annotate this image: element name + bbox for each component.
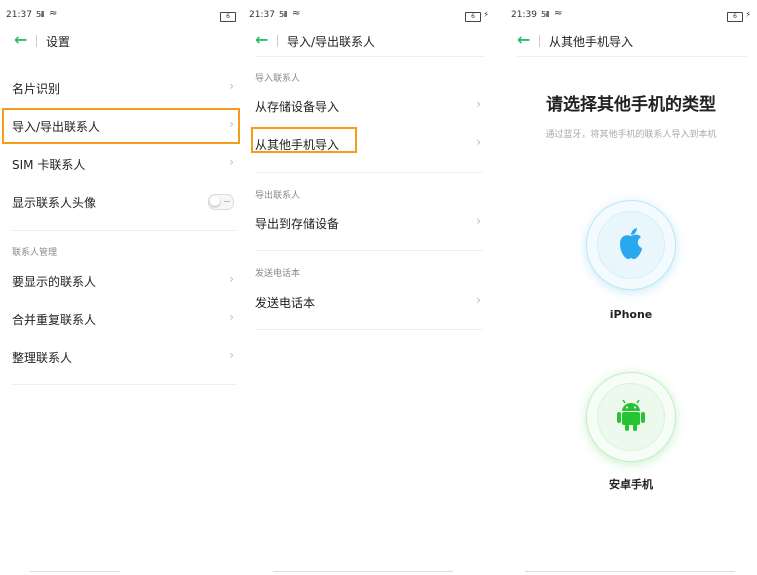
import-export-screen: 21:37 5ill ≈ 6 ⚡ ← 导入/导出联系人 导入联系人 从存储设备导…: [243, 0, 495, 575]
status-bar: 21:37 5ill ≈ 6 ⚡: [247, 8, 491, 24]
chevron-right-icon: ›: [229, 155, 234, 169]
nav-bar: ← 设置: [0, 30, 242, 52]
menu-item-label: 从其他手机导入: [255, 138, 340, 152]
menu-item-label: 整理联系人: [12, 351, 73, 365]
android-option-button[interactable]: [586, 372, 676, 462]
heading: 请选择其他手机的类型: [546, 95, 716, 115]
page-title: 设置: [46, 35, 71, 49]
battery-icon: 6: [465, 12, 481, 22]
menu-item-export-storage[interactable]: 导出到存储设备 ›: [255, 207, 483, 237]
menu-item-visible-contacts[interactable]: 要显示的联系人 ›: [12, 265, 236, 295]
menu-item-import-export[interactable]: 导入/导出联系人 ›: [12, 110, 236, 140]
menu-item-import-other-phone[interactable]: 从其他手机导入 ›: [255, 128, 483, 158]
menu-item-label: 从存储设备导入: [255, 100, 340, 114]
apple-icon: [620, 228, 642, 259]
menu-item-import-storage[interactable]: 从存储设备导入 ›: [255, 90, 483, 120]
battery-icon: 6: [727, 12, 743, 22]
divider: [12, 384, 236, 385]
status-time: 21:37: [6, 10, 32, 20]
chevron-right-icon: ›: [476, 293, 481, 307]
section-header-send: 发送电话本: [255, 269, 301, 279]
menu-item-label: 要显示的联系人: [12, 275, 97, 289]
menu-item-label: 发送电话本: [255, 296, 316, 310]
chevron-right-icon: ›: [229, 79, 234, 93]
signal-icon: 5ill: [279, 10, 288, 19]
divider: [255, 329, 483, 330]
charging-icon: ⚡: [483, 10, 489, 19]
nav-divider: [277, 35, 278, 47]
chevron-right-icon: ›: [229, 272, 234, 286]
home-indicator: [525, 571, 735, 572]
home-indicator: [30, 571, 120, 572]
nav-divider: [539, 35, 540, 47]
chevron-right-icon: ›: [476, 135, 481, 149]
menu-item-merge-duplicates[interactable]: 合并重复联系人 ›: [12, 303, 236, 333]
nav-bar: ← 从其他手机导入: [505, 30, 757, 52]
menu-item-show-avatar: 显示联系人头像: [12, 186, 236, 216]
nav-divider-line: [255, 56, 485, 57]
battery-icon: 6: [220, 12, 236, 22]
menu-item-label: SIM 卡联系人: [12, 158, 86, 172]
status-time: 21:39: [511, 10, 537, 20]
signal-icon: 5ill: [36, 10, 45, 19]
chevron-right-icon: ›: [229, 310, 234, 324]
iphone-option-inner: [597, 211, 665, 279]
wifi-icon: ≈: [292, 8, 301, 19]
nav-divider: [36, 35, 37, 47]
menu-item-label: 名片识别: [12, 82, 61, 96]
wifi-icon: ≈: [49, 8, 58, 19]
android-label: 安卓手机: [609, 478, 653, 491]
show-avatar-toggle[interactable]: [208, 194, 234, 210]
menu-item-card-scan[interactable]: 名片识别 ›: [12, 72, 236, 102]
iphone-option-button[interactable]: [586, 200, 676, 290]
divider: [12, 230, 236, 231]
menu-item-sim-contacts[interactable]: SIM 卡联系人 ›: [12, 148, 236, 178]
menu-item-label: 显示联系人头像: [12, 196, 97, 210]
chevron-right-icon: ›: [229, 348, 234, 362]
page-title: 从其他手机导入: [549, 35, 634, 49]
back-arrow-icon[interactable]: ←: [255, 30, 268, 49]
android-option-inner: [597, 383, 665, 451]
toggle-knob: [210, 196, 220, 206]
menu-item-organize-contacts[interactable]: 整理联系人 ›: [12, 341, 236, 371]
home-indicator: [273, 571, 453, 572]
section-header-manage: 联系人管理: [12, 248, 58, 258]
section-header-import: 导入联系人: [255, 74, 301, 84]
section-header-export: 导出联系人: [255, 191, 301, 201]
nav-divider-line: [517, 56, 747, 57]
signal-icon: 5ill: [541, 10, 550, 19]
subheading: 通过蓝牙，将其他手机的联系人导入到本机: [545, 130, 717, 140]
status-time: 21:37: [249, 10, 275, 20]
status-bar: 21:39 5ill ≈ 6 ⚡: [509, 8, 753, 24]
divider: [255, 250, 483, 251]
page-title: 导入/导出联系人: [287, 35, 376, 49]
iphone-label: iPhone: [609, 308, 653, 321]
status-bar: 21:37 5ill ≈ 6: [4, 8, 238, 24]
charging-icon: ⚡: [745, 10, 751, 19]
menu-item-label: 合并重复联系人: [12, 313, 97, 327]
back-arrow-icon[interactable]: ←: [517, 30, 530, 49]
back-arrow-icon[interactable]: ←: [14, 30, 27, 49]
menu-item-label: 导出到存储设备: [255, 217, 340, 231]
menu-item-send-contacts[interactable]: 发送电话本 ›: [255, 286, 483, 316]
chevron-right-icon: ›: [229, 117, 234, 131]
import-other-phone-screen: 21:39 5ill ≈ 6 ⚡ ← 从其他手机导入 请选择其他手机的类型 通过…: [505, 0, 757, 575]
chevron-right-icon: ›: [476, 97, 481, 111]
nav-bar: ← 导入/导出联系人: [243, 30, 495, 52]
wifi-icon: ≈: [554, 8, 563, 19]
android-icon: [617, 400, 645, 431]
settings-screen: 21:37 5ill ≈ 6 ← 设置 名片识别 › 导入/导出联系人 › SI…: [0, 0, 242, 575]
toggle-off-mark: [224, 201, 230, 202]
chevron-right-icon: ›: [476, 214, 481, 228]
menu-item-label: 导入/导出联系人: [12, 120, 101, 134]
divider: [255, 172, 483, 173]
